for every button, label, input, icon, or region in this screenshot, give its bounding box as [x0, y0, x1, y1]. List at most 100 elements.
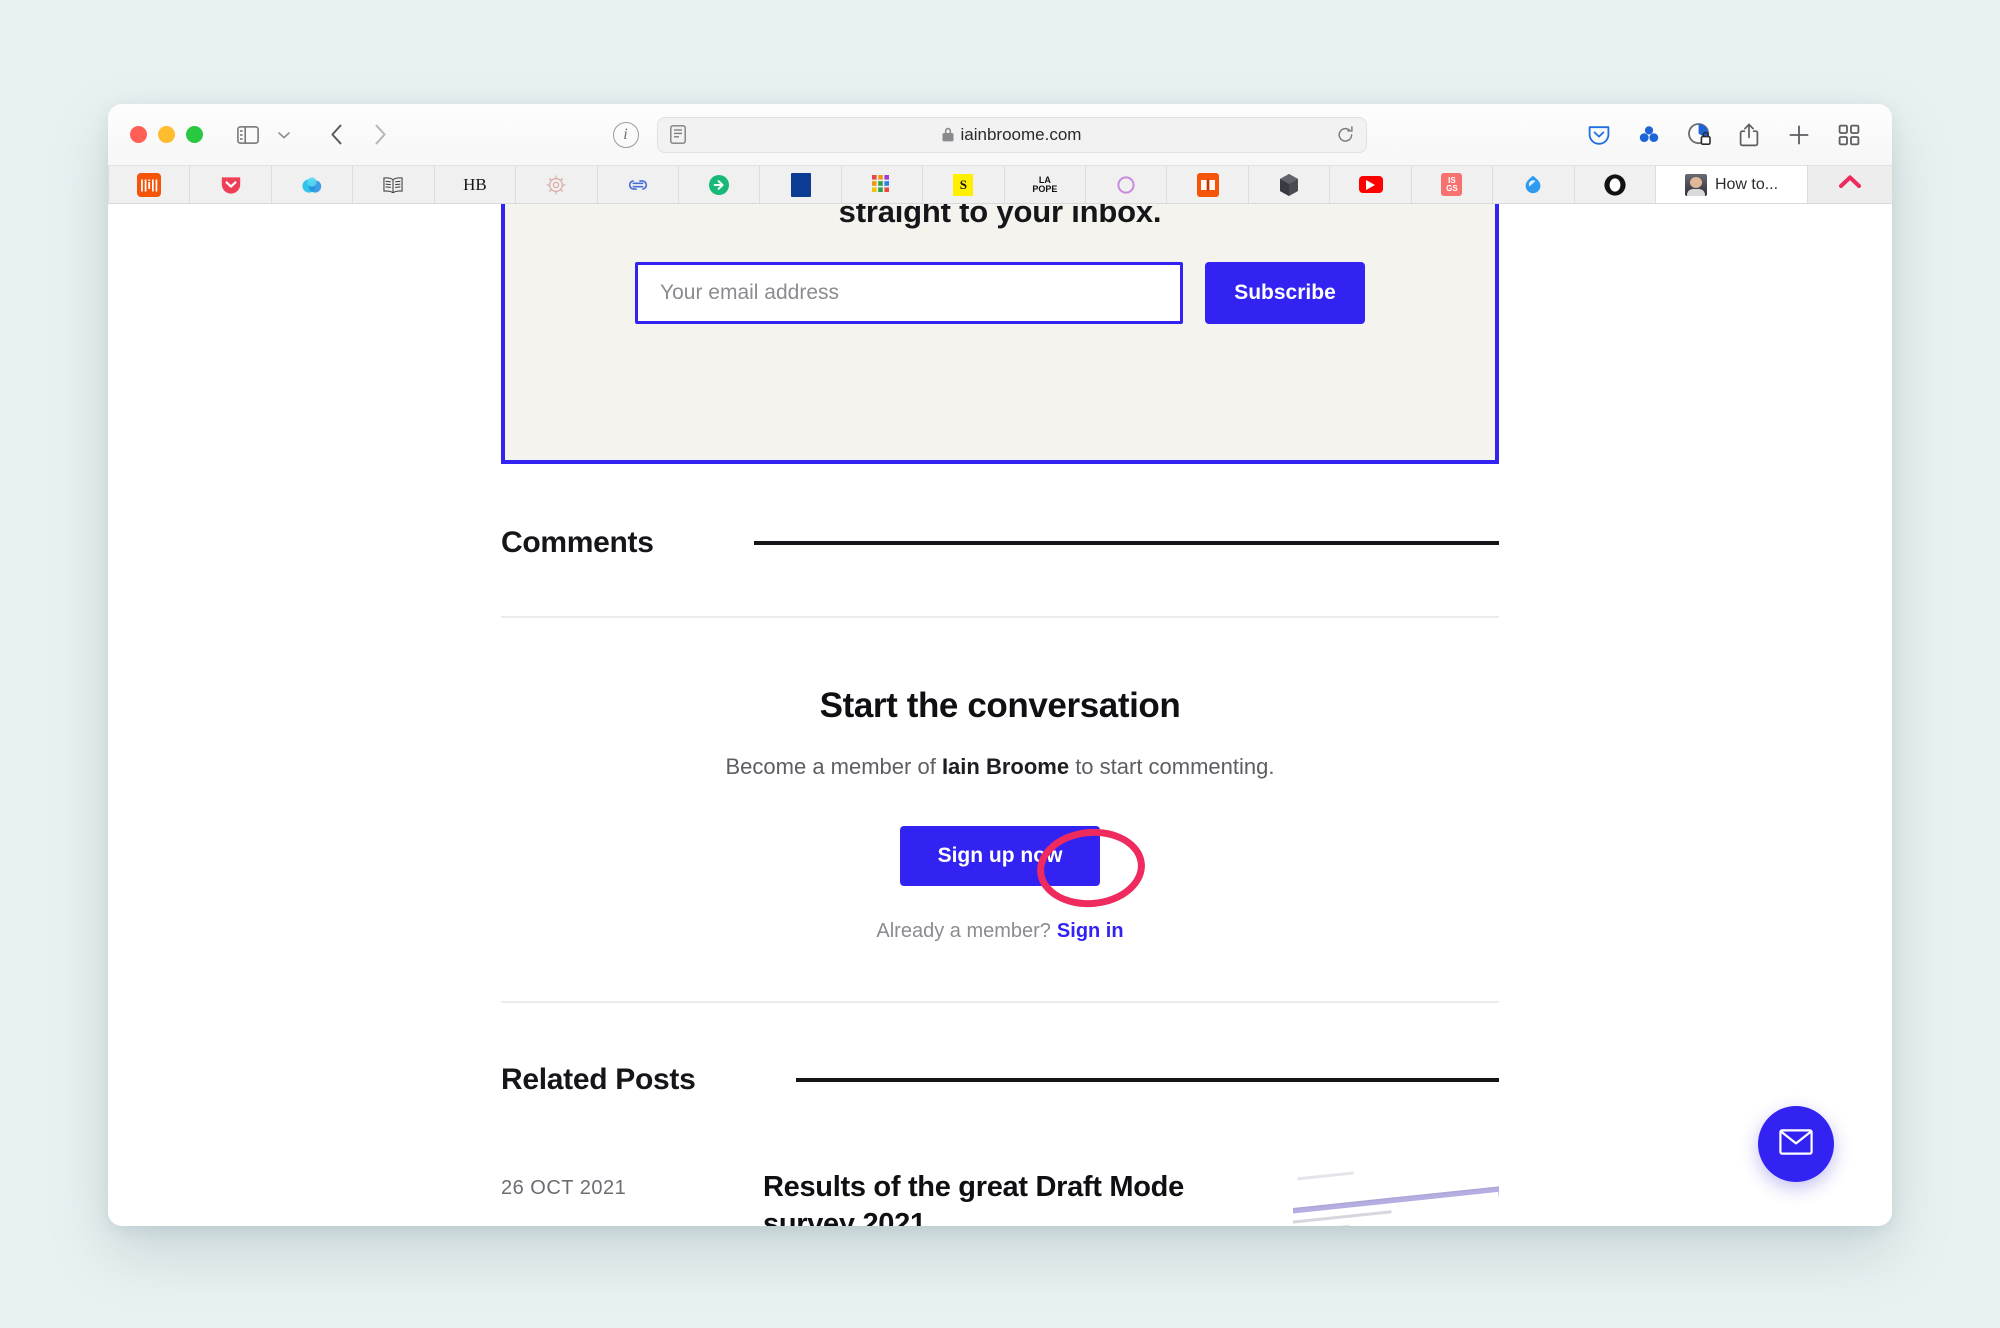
url-display: iainbroome.com: [658, 125, 1366, 145]
toolbar-extensions: [1582, 118, 1866, 152]
start-conversation-block: Start the conversation Become a member o…: [501, 618, 1499, 943]
minimize-window-button[interactable]: [158, 126, 175, 143]
sidebar-dropdown-icon[interactable]: [267, 118, 301, 152]
thumbnail-line: [1297, 1171, 1354, 1181]
bookmark-blue-square[interactable]: [760, 166, 842, 203]
comments-divider-bottom: [501, 1001, 1499, 1003]
envelope-icon: [1779, 1128, 1813, 1160]
browser-titlebar: i iainbroome.com: [108, 104, 1892, 166]
lapope-icon: LA POPE: [1032, 174, 1058, 194]
chevron-up-icon: [1837, 174, 1863, 195]
sign-in-link[interactable]: Sign in: [1057, 920, 1124, 942]
page-viewport[interactable]: straight to your inbox. Subscribe Commen…: [108, 204, 1892, 1226]
s-icon: S: [953, 173, 974, 196]
sign-up-now-button[interactable]: Sign up now: [899, 826, 1101, 886]
new-tab-icon[interactable]: [1782, 118, 1816, 152]
bookmark-ring[interactable]: [1086, 166, 1168, 203]
bookmark-arrow[interactable]: [678, 166, 761, 203]
post-date: 26 OCT 2021: [501, 1177, 627, 1199]
section-rule: [753, 541, 1499, 545]
reload-icon[interactable]: [1337, 125, 1354, 144]
bookmark-isgs[interactable]: IS GS: [1411, 166, 1494, 203]
address-bar[interactable]: iainbroome.com: [656, 116, 1367, 153]
bookmark-cube[interactable]: [1248, 166, 1331, 203]
related-post-item[interactable]: 26 OCT 2021 Results of the great Draft M…: [501, 1169, 1499, 1226]
browser-window: i iainbroome.com ||i|| HB S LA POPE IS G…: [108, 104, 1892, 1226]
compass-icon: [544, 173, 568, 197]
infinity-links-icon: [626, 173, 650, 197]
comments-title: Comments: [501, 526, 654, 559]
post-body: Results of the great Draft Mode survey 2…: [763, 1169, 1293, 1226]
subscribe-card: straight to your inbox. Subscribe: [501, 204, 1499, 464]
info-icon[interactable]: i: [612, 121, 639, 148]
bookmark-hb[interactable]: HB: [434, 166, 517, 203]
blue-square-icon: [790, 172, 811, 197]
bookmark-cloud[interactable]: [271, 166, 354, 203]
member-row: Already a member? Sign in: [501, 886, 1499, 943]
duckduckgo-privacy-icon[interactable]: [1682, 118, 1716, 152]
bitwarden-icon[interactable]: [1632, 118, 1666, 152]
bookmark-youtube[interactable]: [1330, 166, 1412, 203]
navigation-controls: [319, 118, 397, 152]
already-member-text: Already a member? Sign in: [876, 920, 1123, 943]
drop-speech-icon: [1521, 173, 1545, 197]
conversation-suffix: to start commenting.: [1069, 754, 1275, 779]
bookmark-reader-app[interactable]: [1167, 166, 1249, 203]
thumbnail-line: [1293, 1224, 1350, 1226]
bookmark-links[interactable]: [597, 166, 679, 203]
bookmark-s[interactable]: S: [923, 166, 1005, 203]
avatar-favicon: [1684, 173, 1707, 196]
toggle-sidebar-icon[interactable]: [231, 118, 265, 152]
signup-row: Sign up now: [501, 780, 1499, 886]
ring-icon: [1114, 173, 1138, 197]
pocket-bookmark-icon: [219, 173, 243, 197]
sidebar-controls: [231, 118, 301, 152]
related-title: Related Posts: [501, 1063, 696, 1096]
show-all-tabs-button[interactable]: [1808, 166, 1892, 203]
back-button[interactable]: [319, 118, 353, 152]
member-prompt-label: Already a member?: [876, 920, 1051, 942]
bookmarks-bar: ||i|| HB S LA POPE IS GS How to...: [108, 166, 1892, 204]
tab-how-to[interactable]: How to...: [1656, 166, 1809, 203]
bookmark-compass[interactable]: [516, 166, 598, 203]
bookmark-lapope[interactable]: LA POPE: [1004, 166, 1087, 203]
bookmark-hindenburg[interactable]: ||i||: [108, 166, 191, 203]
related-section-header: Related Posts: [501, 1063, 1499, 1097]
post-title[interactable]: Results of the great Draft Mode survey 2…: [763, 1169, 1257, 1226]
bookmark-circle[interactable]: [1574, 166, 1657, 203]
color-grid-icon: [870, 173, 894, 197]
pocket-icon[interactable]: [1582, 118, 1616, 152]
subscribe-form: Subscribe: [505, 262, 1495, 324]
forward-button[interactable]: [363, 118, 397, 152]
section-rule-2: [795, 1078, 1499, 1082]
bookmark-book[interactable]: [353, 166, 435, 203]
reader-view-icon[interactable]: [669, 125, 686, 144]
address-zone: i iainbroome.com: [397, 116, 1582, 153]
subscribe-heading: straight to your inbox.: [838, 204, 1162, 229]
tab-label: How to...: [1714, 175, 1779, 193]
arrow-circle-icon: [707, 173, 731, 197]
cloud-icon: [300, 173, 324, 197]
url-text: iainbroome.com: [960, 124, 1082, 144]
bookmark-pocket[interactable]: [190, 166, 272, 203]
maximize-window-button[interactable]: [186, 126, 203, 143]
cube-icon: [1277, 173, 1301, 197]
page-content: straight to your inbox. Subscribe Commen…: [108, 204, 1892, 1226]
isgs-icon: IS GS: [1441, 173, 1463, 196]
conversation-prefix: Become a member of: [725, 754, 942, 779]
portal-email-button[interactable]: [1758, 1106, 1834, 1182]
conversation-brand: Iain Broome: [941, 754, 1070, 779]
close-window-button[interactable]: [130, 126, 147, 143]
email-input[interactable]: [635, 262, 1183, 324]
thumbnail-line: [1293, 1210, 1393, 1224]
comments-section-header: Comments: [501, 526, 1499, 560]
share-icon[interactable]: [1732, 118, 1766, 152]
subscribe-button[interactable]: Subscribe: [1205, 262, 1365, 324]
hb-icon: HB: [463, 174, 487, 194]
bookmark-drop[interactable]: [1493, 166, 1575, 203]
bookmark-grid[interactable]: [841, 166, 924, 203]
content-column: straight to your inbox. Subscribe Commen…: [501, 204, 1499, 1226]
post-thumbnail[interactable]: [1293, 1169, 1499, 1226]
open-book-icon: [381, 173, 405, 197]
tab-overview-icon[interactable]: [1832, 118, 1866, 152]
